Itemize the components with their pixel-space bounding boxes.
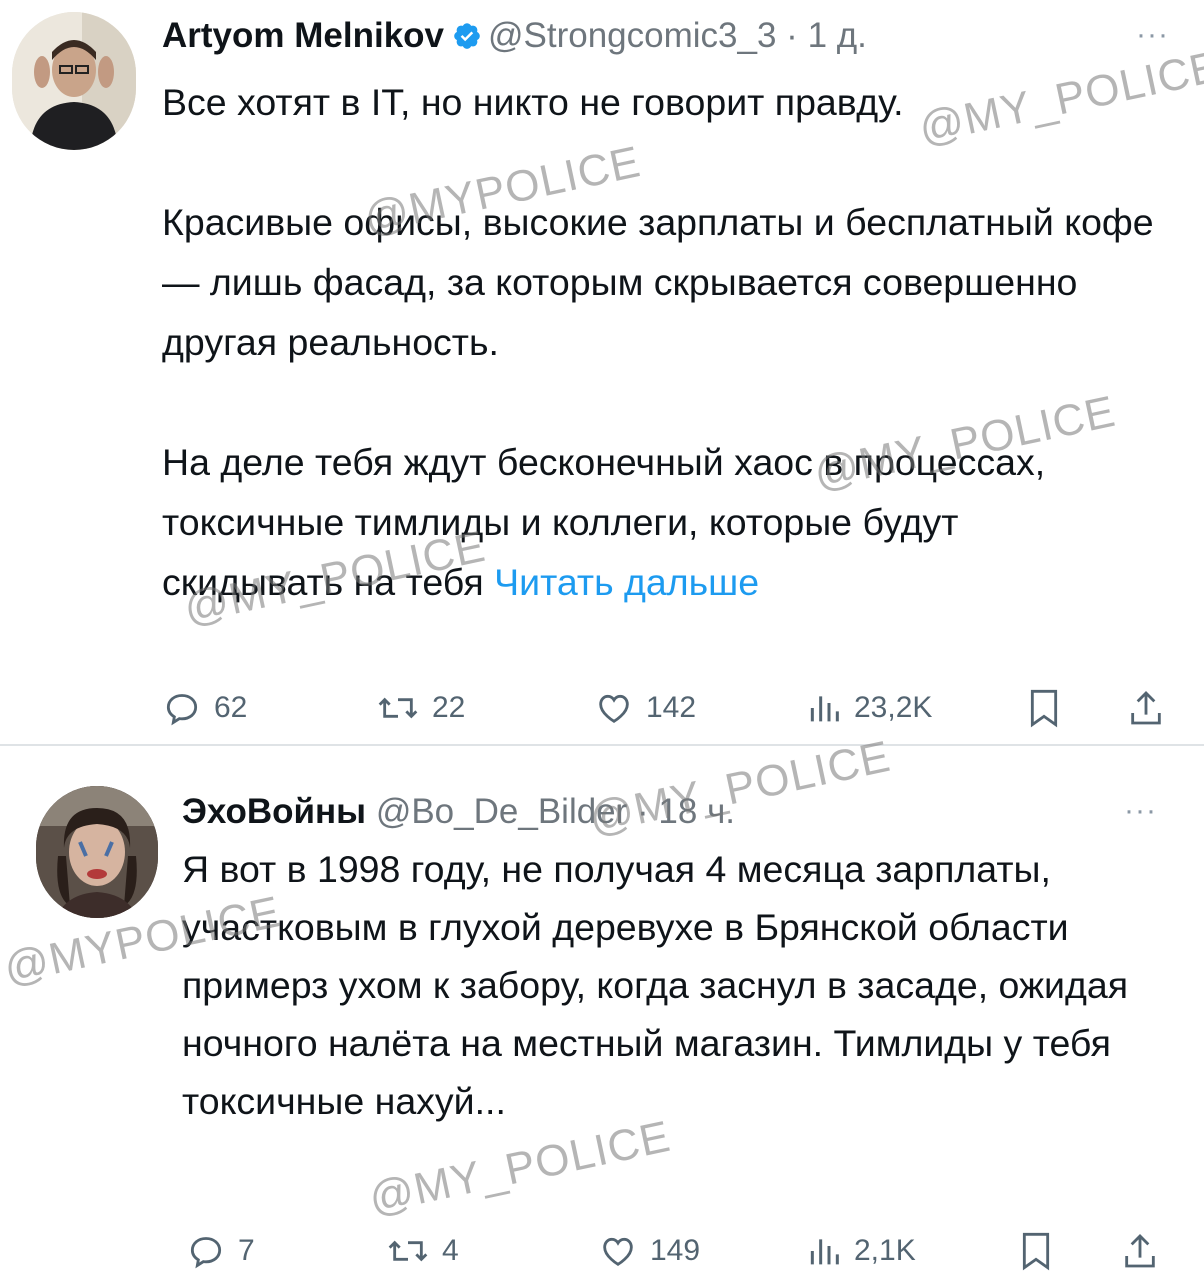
views-icon xyxy=(806,688,842,728)
tweet-header: Artyom Melnikov @Strongcomic3_3 · 1 д. xyxy=(162,14,867,62)
repost-count: 22 xyxy=(432,691,466,724)
paragraph-1: Все хотят в IT, но никто не говорит прав… xyxy=(162,81,904,123)
reply-count: 7 xyxy=(238,1234,255,1267)
avatar[interactable] xyxy=(12,12,136,150)
bookmark-button[interactable] xyxy=(1024,683,1064,733)
separator: · xyxy=(776,16,808,55)
share-icon xyxy=(1126,686,1166,730)
share-icon xyxy=(1120,1229,1160,1273)
timestamp[interactable]: 1 д. xyxy=(808,16,867,55)
author-handle[interactable]: @Strongcomic3_3 xyxy=(488,16,776,55)
views-count: 23,2K xyxy=(854,691,933,724)
repost-count: 4 xyxy=(442,1234,459,1267)
verified-badge-icon xyxy=(452,18,482,62)
more-icon[interactable]: ··· xyxy=(1136,18,1169,52)
read-more-link[interactable]: Читать дальше xyxy=(494,561,759,603)
like-icon xyxy=(594,688,634,728)
action-bar: 7 4 149 2,1K xyxy=(186,1226,1186,1276)
reply-icon xyxy=(186,1231,226,1271)
share-button[interactable] xyxy=(1126,683,1166,733)
repost-button[interactable]: 4 xyxy=(386,1226,459,1276)
views-icon xyxy=(806,1231,842,1271)
like-count: 149 xyxy=(650,1234,701,1267)
repost-icon xyxy=(376,688,420,728)
reply-button[interactable]: 62 xyxy=(162,683,247,733)
views-button[interactable]: 2,1K xyxy=(806,1226,916,1276)
reply-icon xyxy=(162,688,202,728)
more-icon[interactable]: ··· xyxy=(1124,794,1157,828)
author-handle[interactable]: @Bo_De_Bilder xyxy=(376,792,628,831)
like-count: 142 xyxy=(646,691,697,724)
avatar-photo xyxy=(36,786,158,918)
avatar[interactable] xyxy=(36,786,158,918)
repost-icon xyxy=(386,1231,430,1271)
avatar-photo xyxy=(12,12,136,150)
separator: · xyxy=(627,792,659,831)
author-name[interactable]: ЭхоВойны xyxy=(182,792,366,831)
paragraph-2: Красивые офисы, высокие зарплаты и беспл… xyxy=(162,201,1154,363)
bookmark-icon xyxy=(1024,686,1064,730)
bookmark-icon xyxy=(1016,1229,1056,1273)
tweet-1: Artyom Melnikov @Strongcomic3_3 · 1 д. ··… xyxy=(0,0,1204,744)
views-button[interactable]: 23,2K xyxy=(806,683,932,733)
views-count: 2,1K xyxy=(854,1234,916,1267)
timestamp[interactable]: 18 ч. xyxy=(658,792,735,831)
paragraph-3: На деле тебя ждут бесконечный хаос в про… xyxy=(162,432,1062,612)
tweet-2: ЭхоВойны @Bo_De_Bilder · 18 ч. ··· Я вот… xyxy=(0,746,1204,1280)
reply-count: 62 xyxy=(214,691,248,724)
reply-button[interactable]: 7 xyxy=(186,1226,255,1276)
like-button[interactable]: 149 xyxy=(598,1226,700,1276)
action-bar: 62 22 142 23,2K xyxy=(162,683,1182,733)
tweet-text: Все хотят в IT, но никто не говорит прав… xyxy=(162,72,1182,612)
like-icon xyxy=(598,1231,638,1271)
tweet-text: Я вот в 1998 году, не получая 4 месяца з… xyxy=(182,848,1129,1122)
repost-button[interactable]: 22 xyxy=(376,683,465,733)
tweet-header: ЭхоВойны @Bo_De_Bilder · 18 ч. xyxy=(182,790,735,834)
author-name[interactable]: Artyom Melnikov xyxy=(162,16,444,55)
share-button[interactable] xyxy=(1120,1226,1160,1276)
bookmark-button[interactable] xyxy=(1016,1226,1056,1276)
like-button[interactable]: 142 xyxy=(594,683,696,733)
